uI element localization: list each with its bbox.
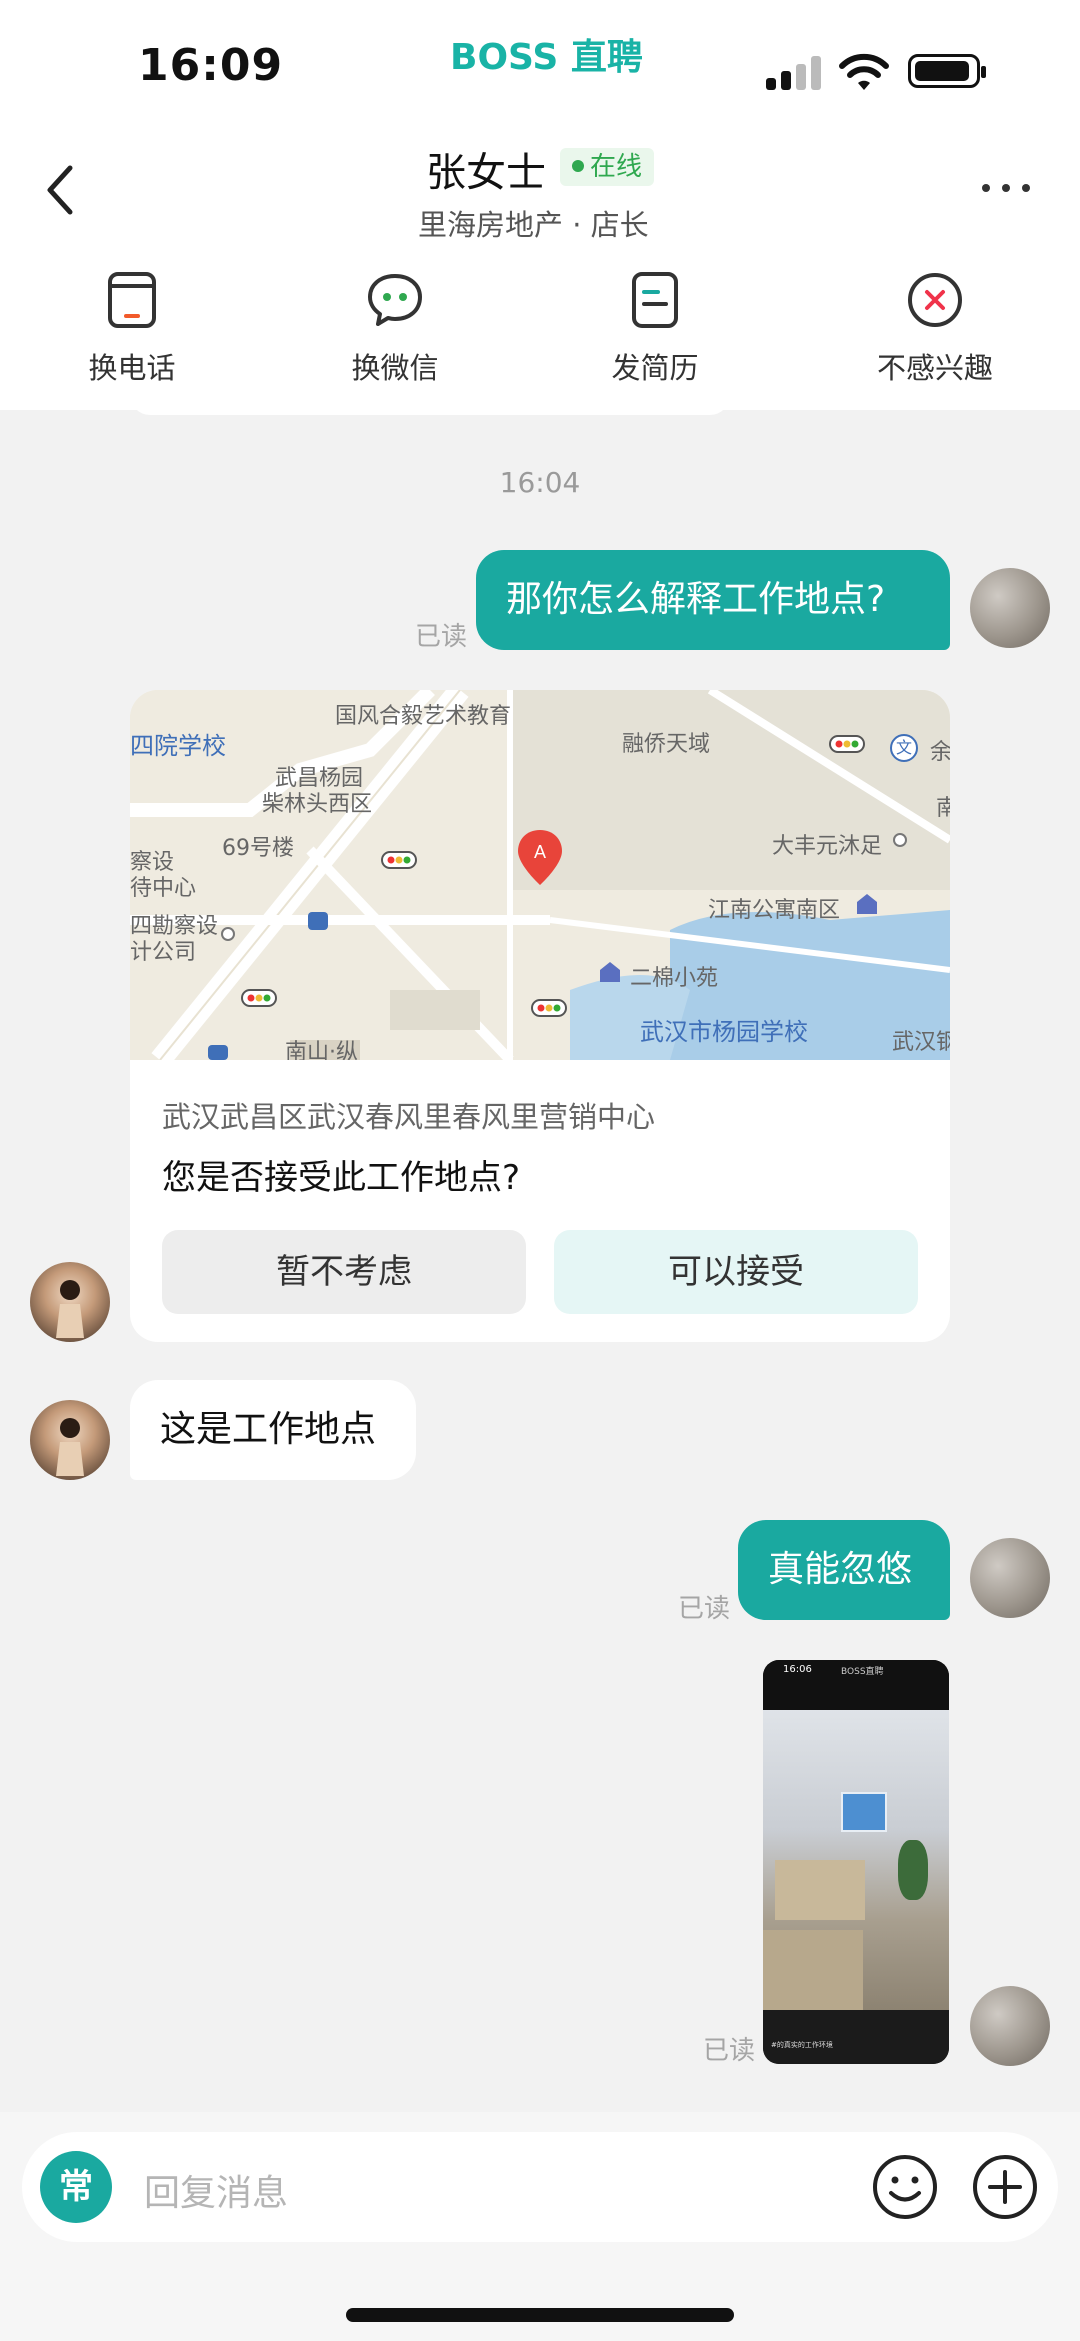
close-icon — [908, 273, 962, 327]
map-label: 大丰元沐足 — [772, 834, 883, 859]
map-label: 国风合毅艺术教育 — [335, 704, 512, 729]
map-label: 待中心 — [130, 876, 197, 901]
message-input-container[interactable]: 常 回复消息 — [22, 2132, 1058, 2242]
back-icon[interactable] — [40, 160, 80, 220]
message-bubble-mine[interactable]: 那你怎么解释工作地点? — [476, 550, 950, 650]
photo-desk — [763, 1930, 863, 2010]
accept-location-button[interactable]: 可以接受 — [554, 1230, 918, 1314]
read-status: 已读 — [703, 2036, 756, 2066]
message-bubble-other[interactable]: 这是工作地点 — [130, 1380, 416, 1480]
contact-name: 张女士 — [426, 150, 546, 196]
map-roads: A — [130, 690, 950, 1060]
map-label: 融侨天域 — [622, 732, 711, 757]
signal-icon — [766, 56, 822, 90]
input-bar: 常 回复消息 — [0, 2112, 1080, 2341]
photo-plant — [898, 1840, 928, 1900]
message-timestamp: 16:04 — [499, 466, 581, 499]
map-preview[interactable]: A 国风合毅艺术教育 融侨天域 四院学校 武昌杨园 柴林头西区 69号楼 察设 … — [130, 690, 950, 1060]
avatar-figure-icon — [56, 1418, 84, 1476]
plus-icon[interactable] — [970, 2152, 1040, 2222]
map-label: 江南公寓南区 — [708, 898, 841, 923]
avatar[interactable] — [30, 1262, 110, 1342]
map-label: 武汉市杨园学校 — [640, 1018, 808, 1046]
traffic-light-icon — [241, 989, 277, 1007]
swap-phone-button[interactable]: 换电话 — [42, 270, 222, 390]
common-phrases-button[interactable]: 常 — [40, 2151, 112, 2223]
map-label: 四院学校 — [130, 732, 226, 760]
not-interested-button[interactable]: 不感兴趣 — [845, 270, 1025, 390]
avatar[interactable] — [970, 1538, 1050, 1618]
action-label: 发简历 — [611, 351, 699, 385]
home-indicator — [346, 2308, 734, 2322]
map-label: 南山·纵 — [285, 1040, 358, 1060]
message-bubble-mine[interactable]: 真能忽悠 — [738, 1520, 950, 1620]
decline-location-button[interactable]: 暂不考虑 — [162, 1230, 526, 1314]
avatar-figure-icon — [56, 1280, 84, 1338]
traffic-light-icon — [829, 735, 865, 753]
phone-icon — [108, 272, 156, 328]
map-label: 武汉钢 — [892, 1030, 950, 1055]
read-status: 已读 — [678, 1594, 731, 1624]
map-label: 柴林头西区 — [262, 792, 373, 817]
image-message[interactable]: 16:06 BOSS直聘 #的真实的工作环境 — [763, 1660, 949, 2064]
more-icon[interactable] — [982, 180, 1032, 196]
online-badge: 在线 — [560, 148, 655, 186]
message-input[interactable]: 回复消息 — [144, 2164, 288, 2216]
photo-time: 16:06 — [783, 1664, 812, 1675]
contact-company: 里海房地产 · 店长 — [418, 208, 649, 242]
wechat-icon — [368, 274, 422, 326]
photo-caption: #的真实的工作环境 — [771, 2041, 833, 2049]
traffic-light-icon — [531, 999, 567, 1017]
map-label: 南 — [936, 796, 950, 821]
online-label: 在线 — [590, 152, 643, 182]
bus-stop-icon — [208, 1045, 228, 1060]
photo-screen — [841, 1792, 887, 1832]
location-address: 武汉武昌区武汉春风里春风里营销中心 — [162, 1100, 656, 1134]
action-label: 换电话 — [88, 351, 176, 385]
map-label: 文 — [890, 734, 918, 762]
photo-brand: BOSS直聘 — [841, 1667, 884, 1677]
battery-icon — [908, 54, 986, 88]
traffic-light-icon — [381, 851, 417, 869]
avatar[interactable] — [970, 568, 1050, 648]
location-card[interactable]: A 国风合毅艺术教育 融侨天域 四院学校 武昌杨园 柴林头西区 69号楼 察设 … — [130, 690, 950, 1342]
svg-text:A: A — [534, 842, 546, 862]
read-status: 已读 — [415, 622, 468, 652]
avatar[interactable] — [30, 1400, 110, 1480]
photo-desk — [775, 1860, 865, 1920]
online-dot-icon — [572, 159, 584, 172]
bus-stop-icon — [308, 912, 328, 930]
previous-message-edge — [130, 395, 730, 415]
status-time: 16:09 — [138, 40, 284, 91]
map-label: 计公司 — [130, 940, 197, 965]
send-resume-button[interactable]: 发简历 — [565, 270, 745, 390]
photo-caption-bar — [763, 2010, 949, 2064]
action-label: 换微信 — [351, 351, 439, 385]
office-photo — [763, 1710, 949, 2010]
wifi-icon — [839, 53, 889, 90]
swap-wechat-button[interactable]: 换微信 — [305, 270, 485, 390]
map-label: 69号楼 — [222, 836, 294, 861]
emoji-icon[interactable] — [870, 2152, 940, 2222]
top-bar: 16:09 BOSS 直聘 张女士 在线 里海房地产 · 店长 换电话 换微信 — [0, 0, 1080, 410]
avatar[interactable] — [970, 1986, 1050, 2066]
resume-icon — [632, 272, 678, 328]
location-question: 您是否接受此工作地点? — [162, 1158, 521, 1198]
map-label: 二棉小苑 — [630, 966, 719, 991]
map-label: 余 — [930, 740, 950, 765]
action-label: 不感兴趣 — [876, 351, 993, 385]
app-brand: BOSS 直聘 — [450, 37, 643, 78]
